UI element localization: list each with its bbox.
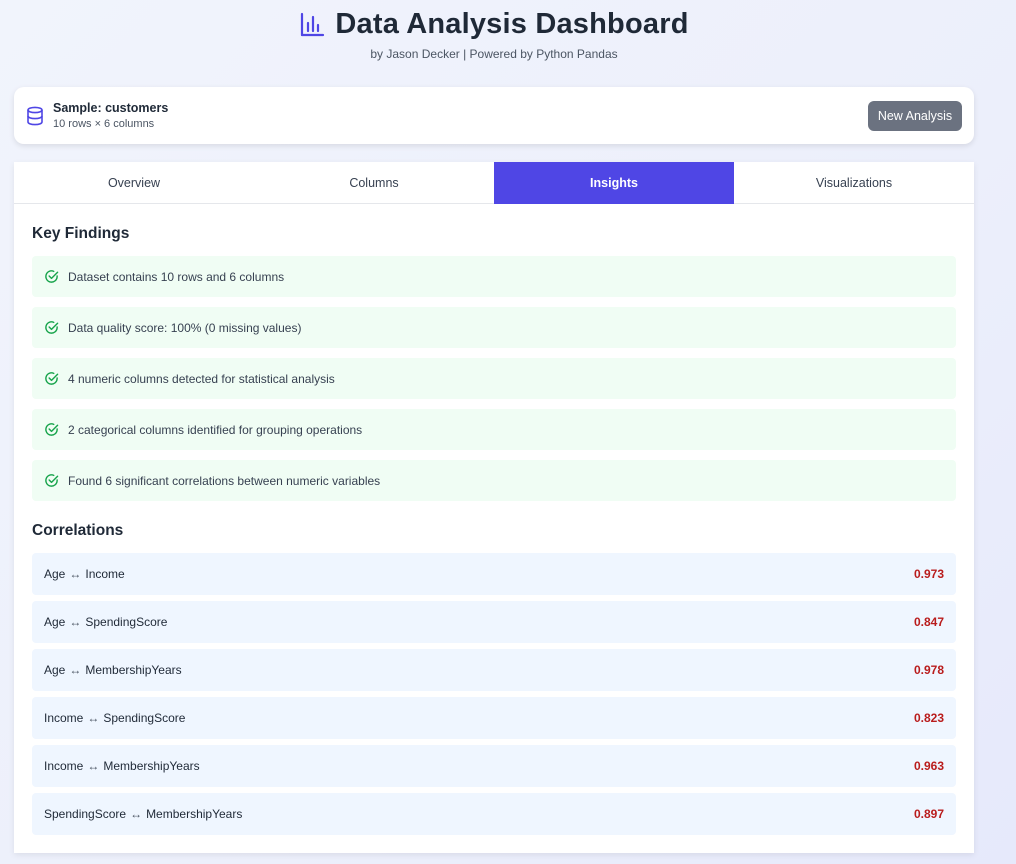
correlation-row: Income ↔ MembershipYears 0.963 [32, 745, 956, 787]
database-icon [26, 106, 44, 126]
variable-b: MembershipYears [85, 663, 182, 677]
bidirectional-arrow-icon: ↔ [69, 615, 82, 629]
finding-text: 2 categorical columns identified for gro… [68, 422, 363, 437]
correlation-value: 0.978 [913, 663, 944, 677]
bar-chart-icon [299, 12, 325, 38]
finding-item: Dataset contains 10 rows and 6 columns [32, 256, 956, 297]
page-subtitle: by Jason Decker | Powered by Python Pand… [370, 47, 618, 61]
correlation-pair: SpendingScore ↔ MembershipYears [44, 807, 242, 821]
check-circle-icon [32, 320, 59, 335]
check-circle-icon [32, 422, 59, 437]
correlation-pair: Age ↔ Income [44, 567, 125, 581]
variable-b: SpendingScore [103, 711, 186, 725]
dataset-meta: 10 rows × 6 columns [53, 118, 155, 130]
bidirectional-arrow-icon: ↔ [87, 759, 100, 773]
correlation-value: 0.897 [913, 807, 944, 821]
finding-item: 2 categorical columns identified for gro… [32, 409, 956, 450]
new-analysis-button[interactable]: New Analysis [868, 101, 962, 131]
variable-a: Age [44, 663, 66, 677]
dataset-card: Sample: customers 10 rows × 6 columns Ne… [14, 87, 974, 144]
check-circle-icon [32, 473, 59, 488]
correlation-pair: Age ↔ MembershipYears [44, 663, 182, 677]
correlation-row: Income ↔ SpendingScore 0.823 [32, 697, 956, 739]
finding-item: 4 numeric columns detected for statistic… [32, 358, 956, 399]
correlation-pair: Income ↔ SpendingScore [44, 711, 185, 725]
variable-a: Income [44, 711, 84, 725]
title-row: Data Analysis Dashboard [0, 8, 988, 41]
page-title: Data Analysis Dashboard [335, 8, 689, 40]
correlation-pair: Income ↔ MembershipYears [44, 759, 200, 773]
correlation-pair: Age ↔ SpendingScore [44, 615, 167, 629]
correlation-row: Age ↔ Income 0.973 [32, 553, 956, 595]
correlation-value: 0.823 [913, 711, 944, 725]
variable-b: SpendingScore [85, 615, 168, 629]
finding-text: Dataset contains 10 rows and 6 columns [68, 269, 285, 284]
tab-insights[interactable]: Insights [494, 162, 734, 204]
variable-b: Income [85, 567, 125, 581]
bidirectional-arrow-icon: ↔ [130, 807, 143, 821]
tab-columns[interactable]: Columns [254, 162, 494, 204]
variable-a: Age [44, 567, 66, 581]
main-panel: Overview Columns Insights Visualizations… [14, 162, 974, 853]
bidirectional-arrow-icon: ↔ [69, 567, 82, 581]
finding-text: 4 numeric columns detected for statistic… [68, 371, 335, 386]
finding-text: Found 6 significant correlations between… [68, 473, 381, 488]
check-circle-icon [32, 371, 59, 386]
tab-overview[interactable]: Overview [14, 162, 254, 204]
variable-a: Income [44, 759, 84, 773]
correlation-value: 0.973 [913, 567, 944, 581]
variable-a: Age [44, 615, 66, 629]
finding-item: Data quality score: 100% (0 missing valu… [32, 307, 956, 348]
correlations-heading: Correlations [32, 522, 124, 539]
finding-item: Found 6 significant correlations between… [32, 460, 956, 501]
bidirectional-arrow-icon: ↔ [87, 711, 100, 725]
correlation-row: SpendingScore ↔ MembershipYears 0.897 [32, 793, 956, 835]
correlation-row: Age ↔ SpendingScore 0.847 [32, 601, 956, 643]
key-findings-heading: Key Findings [32, 225, 130, 242]
tab-visualizations[interactable]: Visualizations [734, 162, 974, 204]
variable-a: SpendingScore [44, 807, 127, 821]
check-circle-icon [32, 269, 59, 284]
finding-text: Data quality score: 100% (0 missing valu… [68, 320, 302, 335]
tab-bar: Overview Columns Insights Visualizations [14, 162, 974, 204]
correlation-value: 0.847 [913, 615, 944, 629]
variable-b: MembershipYears [146, 807, 243, 821]
bidirectional-arrow-icon: ↔ [69, 663, 82, 677]
variable-b: MembershipYears [103, 759, 200, 773]
dataset-name: Sample: customers [53, 101, 169, 115]
page-header: Data Analysis Dashboard by Jason Decker … [0, 0, 1016, 80]
correlation-row: Age ↔ MembershipYears 0.978 [32, 649, 956, 691]
correlation-value: 0.963 [913, 759, 944, 773]
